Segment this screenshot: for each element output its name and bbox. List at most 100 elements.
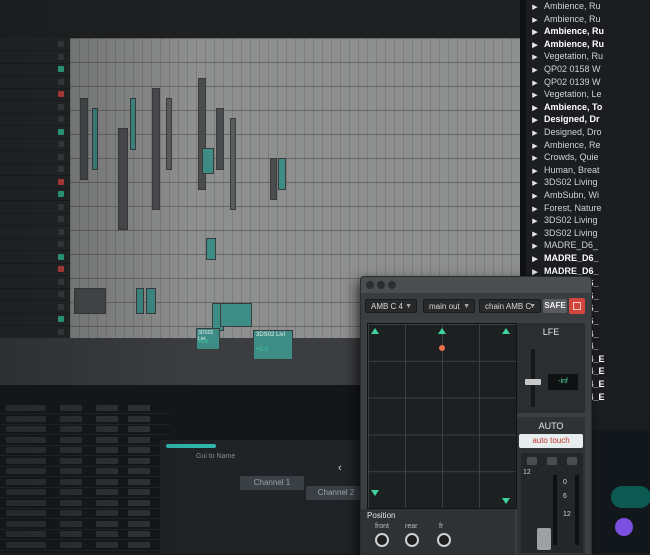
browser-list-item[interactable]: ▶ 3DS02 Living <box>526 214 650 227</box>
mixer-cell <box>96 415 118 422</box>
browser-list-item[interactable]: ▶ Ambience, To <box>526 101 650 114</box>
track-header[interactable] <box>0 101 70 114</box>
audio-clip[interactable] <box>166 98 172 170</box>
volume-fader-handle[interactable] <box>537 528 551 550</box>
audio-clip[interactable] <box>92 108 98 170</box>
chain-select[interactable]: chain AMB C ▼ <box>479 299 541 313</box>
track-header[interactable] <box>0 51 70 64</box>
chevron-left-icon[interactable]: ‹ <box>338 462 348 474</box>
browser-list-item[interactable]: ▶MADRE_D6_ <box>526 239 650 252</box>
browser-list-item[interactable]: ▶ Vegetation, Ru <box>526 50 650 63</box>
audio-clip[interactable] <box>230 118 236 210</box>
browser-item-label: QP02 0158 W <box>544 64 601 74</box>
track-header[interactable] <box>0 238 70 251</box>
safe-indicator[interactable] <box>569 298 585 314</box>
mixer-cell <box>60 415 82 422</box>
meter-button[interactable] <box>567 457 577 465</box>
audio-clip[interactable] <box>80 98 88 180</box>
track-header[interactable] <box>0 113 70 126</box>
browser-list-item[interactable]: ▶ Ambience, Ru <box>526 0 650 13</box>
browser-list-item[interactable]: ▶ Forest, Nature <box>526 202 650 215</box>
pan-position-handle[interactable] <box>439 345 445 351</box>
audio-clip[interactable] <box>270 158 277 200</box>
track-header[interactable] <box>0 163 70 176</box>
browser-list-item[interactable]: ▶ Ambience, Ru <box>526 38 650 51</box>
track-header[interactable] <box>0 288 70 301</box>
lfe-slider-handle[interactable] <box>525 379 541 385</box>
mixer-row <box>0 403 170 414</box>
lfe-slider-track[interactable] <box>531 349 535 407</box>
track-header[interactable] <box>0 63 70 76</box>
close-button[interactable] <box>366 281 374 289</box>
fr-knob[interactable] <box>437 533 451 547</box>
minimize-button[interactable] <box>377 281 385 289</box>
track-status-led <box>58 253 64 260</box>
audio-clip[interactable] <box>278 158 286 190</box>
track-header[interactable] <box>0 251 70 264</box>
mixer-row <box>0 498 170 509</box>
browser-list-item[interactable]: ▶ 3DS02 Living <box>526 227 650 240</box>
mixer-link[interactable]: Gui to Name <box>196 453 266 465</box>
browser-list-item[interactable]: ▶ Ambience, Re <box>526 139 650 152</box>
track-header[interactable] <box>0 301 70 314</box>
meter-button[interactable] <box>547 457 557 465</box>
audio-clip[interactable] <box>146 288 156 314</box>
track-header[interactable] <box>0 313 70 326</box>
browser-list-item[interactable]: ▶ AmbSubn, Wi <box>526 189 650 202</box>
audio-clip[interactable]: 3DS02 Livi +0.0 <box>253 330 293 360</box>
output-select[interactable]: main out ▼ <box>423 299 475 313</box>
audio-clip[interactable]: 3DS02 Livi +0.0 <box>196 328 220 350</box>
audio-clip[interactable] <box>220 303 252 327</box>
mixer-cell <box>6 520 46 527</box>
track-header[interactable] <box>0 188 70 201</box>
browser-list-item[interactable]: ▶ Ambience, Ru <box>526 13 650 26</box>
track-header[interactable] <box>0 201 70 214</box>
browser-list-item[interactable]: ▶ Designed, Dro <box>526 126 650 139</box>
track-header[interactable] <box>0 226 70 239</box>
audio-clip[interactable] <box>216 108 224 170</box>
track-header[interactable] <box>0 176 70 189</box>
audio-clip[interactable] <box>74 288 106 314</box>
track-header[interactable] <box>0 326 70 339</box>
audio-clip[interactable] <box>118 128 128 230</box>
audio-clip[interactable] <box>206 238 216 260</box>
input-select[interactable]: AMB C 4 ▼ <box>365 299 417 313</box>
meter-button[interactable] <box>527 457 537 465</box>
track-header[interactable] <box>0 276 70 289</box>
browser-list-item[interactable]: ▶MADRE_D6_ <box>526 252 650 265</box>
browser-list-item[interactable]: ▶ Human, Breat <box>526 164 650 177</box>
safe-button[interactable]: SAFE <box>543 299 567 313</box>
browser-list-item[interactable]: ▶ Crowds, Quie <box>526 151 650 164</box>
automation-mode-select[interactable]: auto touch <box>519 434 583 448</box>
lfe-value-readout[interactable]: -inf <box>547 373 579 391</box>
track-header[interactable] <box>0 126 70 139</box>
browser-list-item[interactable]: ▶ Ambience, Ru <box>526 25 650 38</box>
browser-item-label: Forest, Nature <box>544 202 602 213</box>
slider-track[interactable] <box>166 444 216 448</box>
pan-position-grid[interactable] <box>367 323 517 515</box>
tab-channel-2[interactable]: Channel 2 <box>306 486 366 500</box>
zoom-button[interactable] <box>388 281 396 289</box>
browser-item-label: MADRE_D6_ <box>544 265 599 276</box>
browser-list-item[interactable]: ▶ QP02 0139 W <box>526 76 650 89</box>
toggle-pill[interactable] <box>611 486 650 508</box>
browser-list-item[interactable]: ▶ Vegetation, Le <box>526 88 650 101</box>
front-knob[interactable] <box>375 533 389 547</box>
browser-list-item[interactable]: ▶ QP02 0158 W <box>526 63 650 76</box>
track-header[interactable] <box>0 263 70 276</box>
track-header[interactable] <box>0 213 70 226</box>
audio-clip[interactable] <box>152 88 160 210</box>
tab-channel-1[interactable]: Channel 1 <box>240 476 304 490</box>
audio-clip[interactable] <box>130 98 136 150</box>
audio-clip[interactable] <box>202 148 214 174</box>
track-header[interactable] <box>0 138 70 151</box>
track-header[interactable] <box>0 88 70 101</box>
track-header[interactable] <box>0 76 70 89</box>
rear-knob[interactable] <box>405 533 419 547</box>
browser-list-item[interactable]: ▶ Designed, Dr <box>526 113 650 126</box>
track-header[interactable] <box>0 151 70 164</box>
browser-list-item[interactable]: ▶ 3DS02 Living <box>526 176 650 189</box>
window-titlebar[interactable] <box>361 277 591 293</box>
track-header[interactable] <box>0 38 70 51</box>
audio-clip[interactable] <box>136 288 144 314</box>
